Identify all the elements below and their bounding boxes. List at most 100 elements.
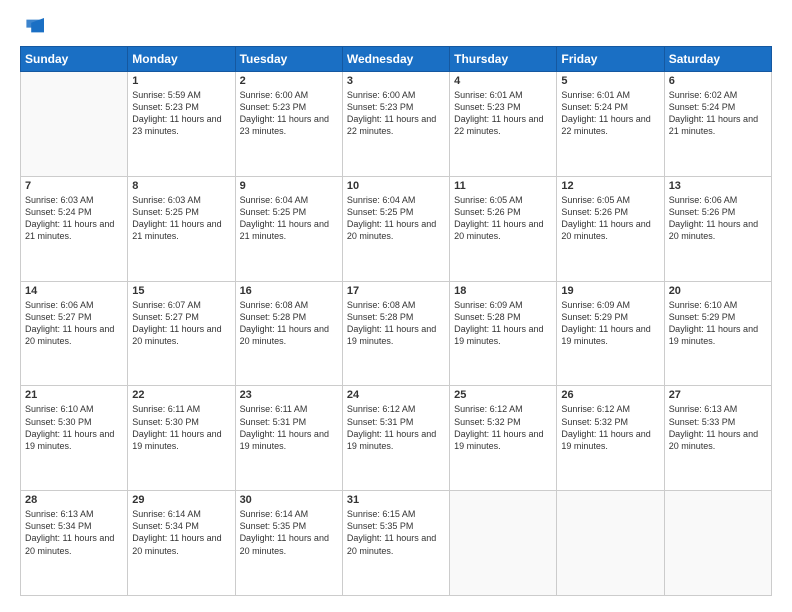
calendar-cell: 25 Sunrise: 6:12 AMSunset: 5:32 PMDayligh… — [450, 386, 557, 491]
day-number: 14 — [25, 285, 123, 297]
calendar-cell: 29Sunrise: 6:14 AMSunset: 5:34 PMDayligh… — [128, 491, 235, 596]
calendar-cell: 31 Sunrise: 6:15 AMSunset: 5:35 PMDayligh… — [342, 491, 449, 596]
day-info: Sunrise: 6:14 AMSunset: 5:34 PMDaylight:… — [132, 508, 230, 557]
logo — [20, 16, 52, 36]
calendar-cell: 27 Sunrise: 6:13 AMSunset: 5:33 PMDayligh… — [664, 386, 771, 491]
day-number: 10 — [347, 180, 445, 192]
calendar-cell — [557, 491, 664, 596]
day-info: Sunrise: 6:05 AMSunset: 5:26 PMDaylight:… — [454, 194, 552, 243]
day-number: 3 — [347, 75, 445, 87]
calendar-cell: 16 Sunrise: 6:08 AMSunset: 5:28 PMDayligh… — [235, 281, 342, 386]
calendar-cell: 18Sunrise: 6:09 AMSunset: 5:28 PMDayligh… — [450, 281, 557, 386]
day-info: Sunrise: 6:12 AMSunset: 5:31 PMDaylight:… — [347, 403, 445, 452]
day-number: 28 — [25, 494, 123, 506]
calendar-cell: 4 Sunrise: 6:01 AMSunset: 5:23 PMDaylight… — [450, 72, 557, 177]
weekday-header-row: SundayMondayTuesdayWednesdayThursdayFrid… — [21, 47, 772, 72]
day-info: Sunrise: 6:13 AMSunset: 5:33 PMDaylight:… — [669, 403, 767, 452]
day-info: Sunrise: 6:08 AMSunset: 5:28 PMDaylight:… — [240, 299, 338, 348]
weekday-header-wednesday: Wednesday — [342, 47, 449, 72]
day-info: Sunrise: 6:15 AMSunset: 5:35 PMDaylight:… — [347, 508, 445, 557]
day-info: Sunrise: 5:59 AMSunset: 5:23 PMDaylight:… — [132, 89, 230, 138]
day-number: 22 — [132, 389, 230, 401]
day-info: Sunrise: 6:00 AMSunset: 5:23 PMDaylight:… — [347, 89, 445, 138]
calendar-cell: 21Sunrise: 6:10 AMSunset: 5:30 PMDayligh… — [21, 386, 128, 491]
day-number: 31 — [347, 494, 445, 506]
day-info: Sunrise: 6:04 AMSunset: 5:25 PMDaylight:… — [240, 194, 338, 243]
calendar-cell: 13 Sunrise: 6:06 AMSunset: 5:26 PMDayligh… — [664, 176, 771, 281]
calendar-cell — [450, 491, 557, 596]
calendar-cell: 12Sunrise: 6:05 AMSunset: 5:26 PMDayligh… — [557, 176, 664, 281]
logo-icon — [20, 16, 44, 36]
day-number: 9 — [240, 180, 338, 192]
day-info: Sunrise: 6:00 AMSunset: 5:23 PMDaylight:… — [240, 89, 338, 138]
day-number: 27 — [669, 389, 767, 401]
day-info: Sunrise: 6:03 AMSunset: 5:25 PMDaylight:… — [132, 194, 230, 243]
weekday-header-tuesday: Tuesday — [235, 47, 342, 72]
day-number: 6 — [669, 75, 767, 87]
day-info: Sunrise: 6:06 AMSunset: 5:26 PMDaylight:… — [669, 194, 767, 243]
day-number: 19 — [561, 285, 659, 297]
day-info: Sunrise: 6:10 AMSunset: 5:29 PMDaylight:… — [669, 299, 767, 348]
day-info: Sunrise: 6:04 AMSunset: 5:25 PMDaylight:… — [347, 194, 445, 243]
calendar-cell: 22 Sunrise: 6:11 AMSunset: 5:30 PMDayligh… — [128, 386, 235, 491]
day-info: Sunrise: 6:11 AMSunset: 5:30 PMDaylight:… — [132, 403, 230, 452]
day-number: 5 — [561, 75, 659, 87]
day-info: Sunrise: 6:06 AMSunset: 5:27 PMDaylight:… — [25, 299, 123, 348]
calendar-cell: 28 Sunrise: 6:13 AMSunset: 5:34 PMDayligh… — [21, 491, 128, 596]
calendar-cell: 7Sunrise: 6:03 AMSunset: 5:24 PMDaylight… — [21, 176, 128, 281]
calendar-cell: 3 Sunrise: 6:00 AMSunset: 5:23 PMDaylight… — [342, 72, 449, 177]
calendar-cell — [664, 491, 771, 596]
calendar-cell: 6 Sunrise: 6:02 AMSunset: 5:24 PMDaylight… — [664, 72, 771, 177]
day-info: Sunrise: 6:07 AMSunset: 5:27 PMDaylight:… — [132, 299, 230, 348]
day-number: 30 — [240, 494, 338, 506]
calendar-cell: 26 Sunrise: 6:12 AMSunset: 5:32 PMDayligh… — [557, 386, 664, 491]
day-number: 16 — [240, 285, 338, 297]
day-number: 11 — [454, 180, 552, 192]
calendar-week-row: 21Sunrise: 6:10 AMSunset: 5:30 PMDayligh… — [21, 386, 772, 491]
calendar-week-row: 14 Sunrise: 6:06 AMSunset: 5:27 PMDayligh… — [21, 281, 772, 386]
day-info: Sunrise: 6:13 AMSunset: 5:34 PMDaylight:… — [25, 508, 123, 557]
header — [20, 16, 772, 36]
day-number: 13 — [669, 180, 767, 192]
calendar-cell: 2 Sunrise: 6:00 AMSunset: 5:23 PMDaylight… — [235, 72, 342, 177]
calendar-cell: 14 Sunrise: 6:06 AMSunset: 5:27 PMDayligh… — [21, 281, 128, 386]
day-number: 24 — [347, 389, 445, 401]
weekday-header-monday: Monday — [128, 47, 235, 72]
day-number: 1 — [132, 75, 230, 87]
day-number: 23 — [240, 389, 338, 401]
day-info: Sunrise: 6:02 AMSunset: 5:24 PMDaylight:… — [669, 89, 767, 138]
day-info: Sunrise: 6:01 AMSunset: 5:24 PMDaylight:… — [561, 89, 659, 138]
calendar-cell: 1 Sunrise: 5:59 AMSunset: 5:23 PMDaylight… — [128, 72, 235, 177]
calendar-cell: 8Sunrise: 6:03 AMSunset: 5:25 PMDaylight… — [128, 176, 235, 281]
weekday-header-thursday: Thursday — [450, 47, 557, 72]
day-number: 25 — [454, 389, 552, 401]
day-info: Sunrise: 6:09 AMSunset: 5:28 PMDaylight:… — [454, 299, 552, 348]
day-number: 21 — [25, 389, 123, 401]
calendar-week-row: 28 Sunrise: 6:13 AMSunset: 5:34 PMDayligh… — [21, 491, 772, 596]
day-info: Sunrise: 6:05 AMSunset: 5:26 PMDaylight:… — [561, 194, 659, 243]
weekday-header-friday: Friday — [557, 47, 664, 72]
day-info: Sunrise: 6:14 AMSunset: 5:35 PMDaylight:… — [240, 508, 338, 557]
calendar-table: SundayMondayTuesdayWednesdayThursdayFrid… — [20, 46, 772, 596]
calendar-week-row: 7Sunrise: 6:03 AMSunset: 5:24 PMDaylight… — [21, 176, 772, 281]
day-info: Sunrise: 6:12 AMSunset: 5:32 PMDaylight:… — [454, 403, 552, 452]
page: SundayMondayTuesdayWednesdayThursdayFrid… — [0, 0, 792, 612]
calendar-cell: 17 Sunrise: 6:08 AMSunset: 5:28 PMDayligh… — [342, 281, 449, 386]
day-number: 4 — [454, 75, 552, 87]
day-number: 2 — [240, 75, 338, 87]
day-info: Sunrise: 6:08 AMSunset: 5:28 PMDaylight:… — [347, 299, 445, 348]
day-info: Sunrise: 6:01 AMSunset: 5:23 PMDaylight:… — [454, 89, 552, 138]
day-number: 15 — [132, 285, 230, 297]
calendar-cell: 10 Sunrise: 6:04 AMSunset: 5:25 PMDayligh… — [342, 176, 449, 281]
day-number: 17 — [347, 285, 445, 297]
day-info: Sunrise: 6:03 AMSunset: 5:24 PMDaylight:… — [25, 194, 123, 243]
calendar-cell: 30 Sunrise: 6:14 AMSunset: 5:35 PMDayligh… — [235, 491, 342, 596]
day-info: Sunrise: 6:12 AMSunset: 5:32 PMDaylight:… — [561, 403, 659, 452]
day-number: 20 — [669, 285, 767, 297]
day-number: 26 — [561, 389, 659, 401]
calendar-cell: 23 Sunrise: 6:11 AMSunset: 5:31 PMDayligh… — [235, 386, 342, 491]
day-info: Sunrise: 6:11 AMSunset: 5:31 PMDaylight:… — [240, 403, 338, 452]
calendar-cell: 9 Sunrise: 6:04 AMSunset: 5:25 PMDaylight… — [235, 176, 342, 281]
weekday-header-sunday: Sunday — [21, 47, 128, 72]
calendar-cell: 24 Sunrise: 6:12 AMSunset: 5:31 PMDayligh… — [342, 386, 449, 491]
